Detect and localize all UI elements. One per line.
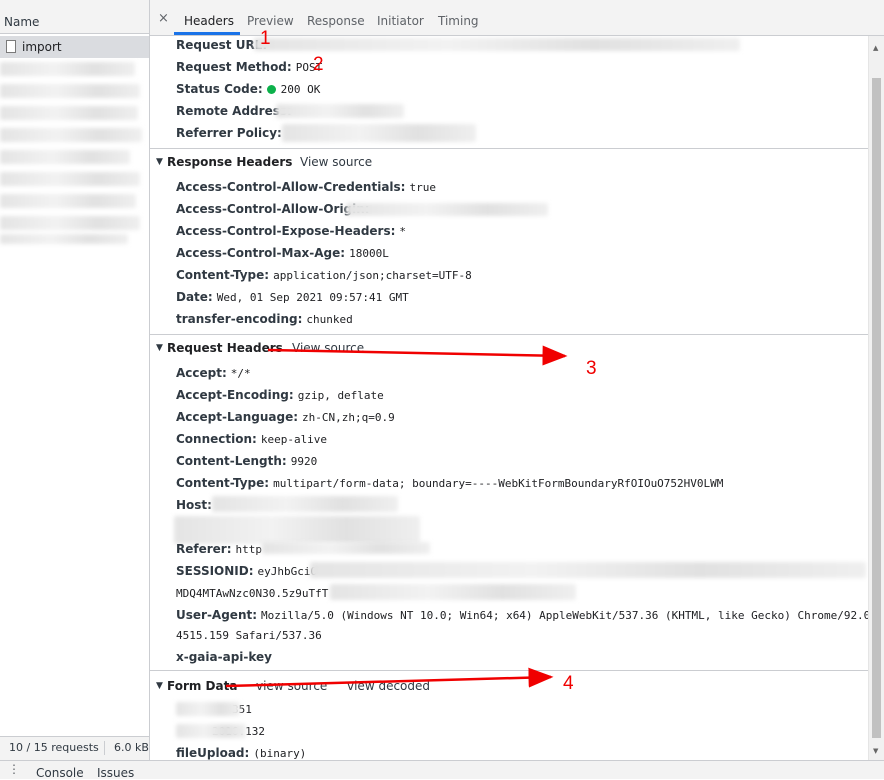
annotation-arrow-4 [225, 667, 554, 688]
annotation-arrow-3 [267, 345, 568, 366]
annotation-arrows [225, 345, 568, 688]
